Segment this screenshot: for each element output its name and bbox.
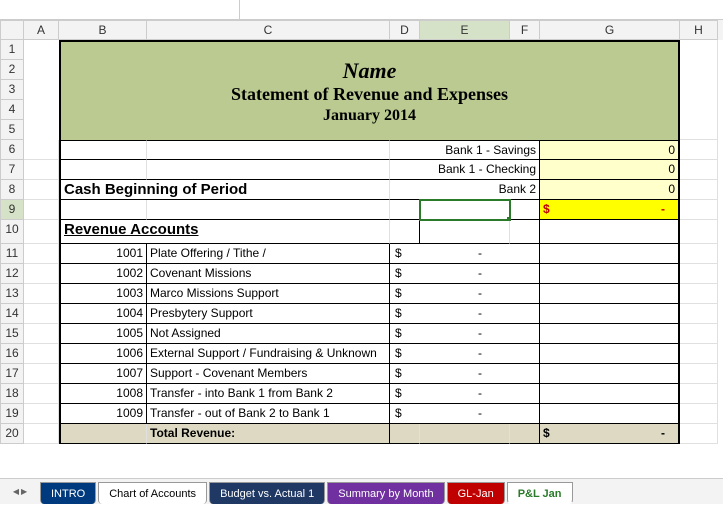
rev-desc[interactable]: Covenant Missions — [147, 264, 390, 284]
rev-desc[interactable]: Support - Covenant Members — [147, 364, 390, 384]
formula-bar[interactable] — [0, 0, 723, 20]
bank1-checking-label: Bank 1 - Checking — [390, 160, 540, 180]
rev-desc[interactable]: Presbytery Support — [147, 304, 390, 324]
sheet-tab[interactable]: Chart of Accounts — [98, 482, 207, 504]
rev-code[interactable]: 1007 — [59, 364, 147, 384]
rev-code[interactable]: 1002 — [59, 264, 147, 284]
column-headers: A B C D E F G H — [0, 20, 723, 40]
bank2-value[interactable]: 0 — [540, 180, 680, 200]
rev-amount[interactable]: $- — [390, 344, 510, 364]
row-header-12[interactable]: 12 — [0, 264, 24, 284]
row-header-17[interactable]: 17 — [0, 364, 24, 384]
col-header-D[interactable]: D — [390, 20, 420, 40]
bank1-savings-value[interactable]: 0 — [540, 140, 680, 160]
row-header-7[interactable]: 7 — [0, 160, 24, 180]
doc-name: Name — [343, 58, 397, 84]
rev-code[interactable]: 1008 — [59, 384, 147, 404]
sheet-tab[interactable]: GL-Jan — [447, 482, 505, 504]
cash-total-dollar: $ — [543, 200, 550, 219]
spreadsheet-grid: A B C D E F G H 1 2 3 4 5 Name Statement… — [0, 20, 723, 444]
bank1-savings-label: Bank 1 - Savings — [390, 140, 540, 160]
rev-code[interactable]: 1001 — [59, 244, 147, 264]
col-header-E[interactable]: E — [420, 20, 510, 40]
row-header-18[interactable]: 18 — [0, 384, 24, 404]
sheet-tabs: ◀▶ INTROChart of AccountsBudget vs. Actu… — [0, 478, 723, 504]
sheet-tab[interactable]: Budget vs. Actual 1 — [209, 482, 325, 504]
rev-code[interactable]: 1006 — [59, 344, 147, 364]
doc-period: January 2014 — [323, 107, 416, 125]
row-header-9[interactable]: 9 — [0, 200, 24, 220]
title-block: Name Statement of Revenue and Expenses J… — [59, 40, 680, 140]
col-header-H[interactable]: H — [680, 20, 718, 40]
sheet-tab[interactable]: P&L Jan — [507, 482, 573, 504]
rev-amount[interactable]: $- — [390, 324, 510, 344]
row-header-20[interactable]: 20 — [0, 424, 24, 444]
row-header-11[interactable]: 11 — [0, 244, 24, 264]
row-header-14[interactable]: 14 — [0, 304, 24, 324]
tab-nav-arrows[interactable]: ◀▶ — [0, 478, 40, 504]
rev-desc[interactable]: Not Assigned — [147, 324, 390, 344]
rev-desc[interactable]: Marco Missions Support — [147, 284, 390, 304]
rev-desc[interactable]: Transfer - into Bank 1 from Bank 2 — [147, 384, 390, 404]
total-revenue-label: Total Revenue: — [147, 424, 390, 444]
rev-amount[interactable]: $- — [390, 284, 510, 304]
rev-amount[interactable]: $- — [390, 364, 510, 384]
cash-beginning-label: Cash Beginning of Period — [59, 180, 390, 200]
cash-total[interactable]: $ - — [540, 200, 680, 220]
row-header-10[interactable]: 10 — [0, 220, 24, 244]
bank1-checking-value[interactable]: 0 — [540, 160, 680, 180]
rev-code[interactable]: 1005 — [59, 324, 147, 344]
col-header-B[interactable]: B — [59, 20, 147, 40]
col-header-F[interactable]: F — [510, 20, 540, 40]
row-header-13[interactable]: 13 — [0, 284, 24, 304]
row-header-2[interactable]: 2 — [0, 60, 24, 80]
row-header-15[interactable]: 15 — [0, 324, 24, 344]
cash-total-value: - — [661, 200, 675, 219]
rev-code[interactable]: 1003 — [59, 284, 147, 304]
row-header-4[interactable]: 4 — [0, 100, 24, 120]
row-header-16[interactable]: 16 — [0, 344, 24, 364]
row-header-3[interactable]: 3 — [0, 80, 24, 100]
rev-amount[interactable]: $- — [390, 264, 510, 284]
rev-amount[interactable]: $- — [390, 244, 510, 264]
total-revenue-amount: $ - — [540, 424, 680, 444]
rev-code[interactable]: 1004 — [59, 304, 147, 324]
row-header-6[interactable]: 6 — [0, 140, 24, 160]
bank2-label: Bank 2 — [390, 180, 540, 200]
rev-amount[interactable]: $- — [390, 384, 510, 404]
row-header-1[interactable]: 1 — [0, 40, 24, 60]
col-header-G[interactable]: G — [540, 20, 680, 40]
rev-desc[interactable]: Plate Offering / Tithe / — [147, 244, 390, 264]
rev-code[interactable]: 1009 — [59, 404, 147, 424]
rev-desc[interactable]: Transfer - out of Bank 2 to Bank 1 — [147, 404, 390, 424]
name-box-area[interactable] — [0, 0, 240, 19]
select-all-corner[interactable] — [0, 20, 24, 40]
sheet-tab[interactable]: Summary by Month — [327, 482, 444, 504]
col-header-A[interactable]: A — [24, 20, 59, 40]
doc-subtitle: Statement of Revenue and Expenses — [231, 84, 508, 105]
col-header-C[interactable]: C — [147, 20, 390, 40]
revenue-accounts-header: Revenue Accounts — [59, 220, 390, 244]
active-cell-E9[interactable] — [420, 200, 510, 220]
sheet-tab[interactable]: INTRO — [40, 482, 96, 504]
row-header-5[interactable]: 5 — [0, 120, 24, 140]
row-header-8[interactable]: 8 — [0, 180, 24, 200]
rev-amount[interactable]: $- — [390, 304, 510, 324]
rev-desc[interactable]: External Support / Fundraising & Unknown — [147, 344, 390, 364]
row-header-19[interactable]: 19 — [0, 404, 24, 424]
rev-amount[interactable]: $- — [390, 404, 510, 424]
